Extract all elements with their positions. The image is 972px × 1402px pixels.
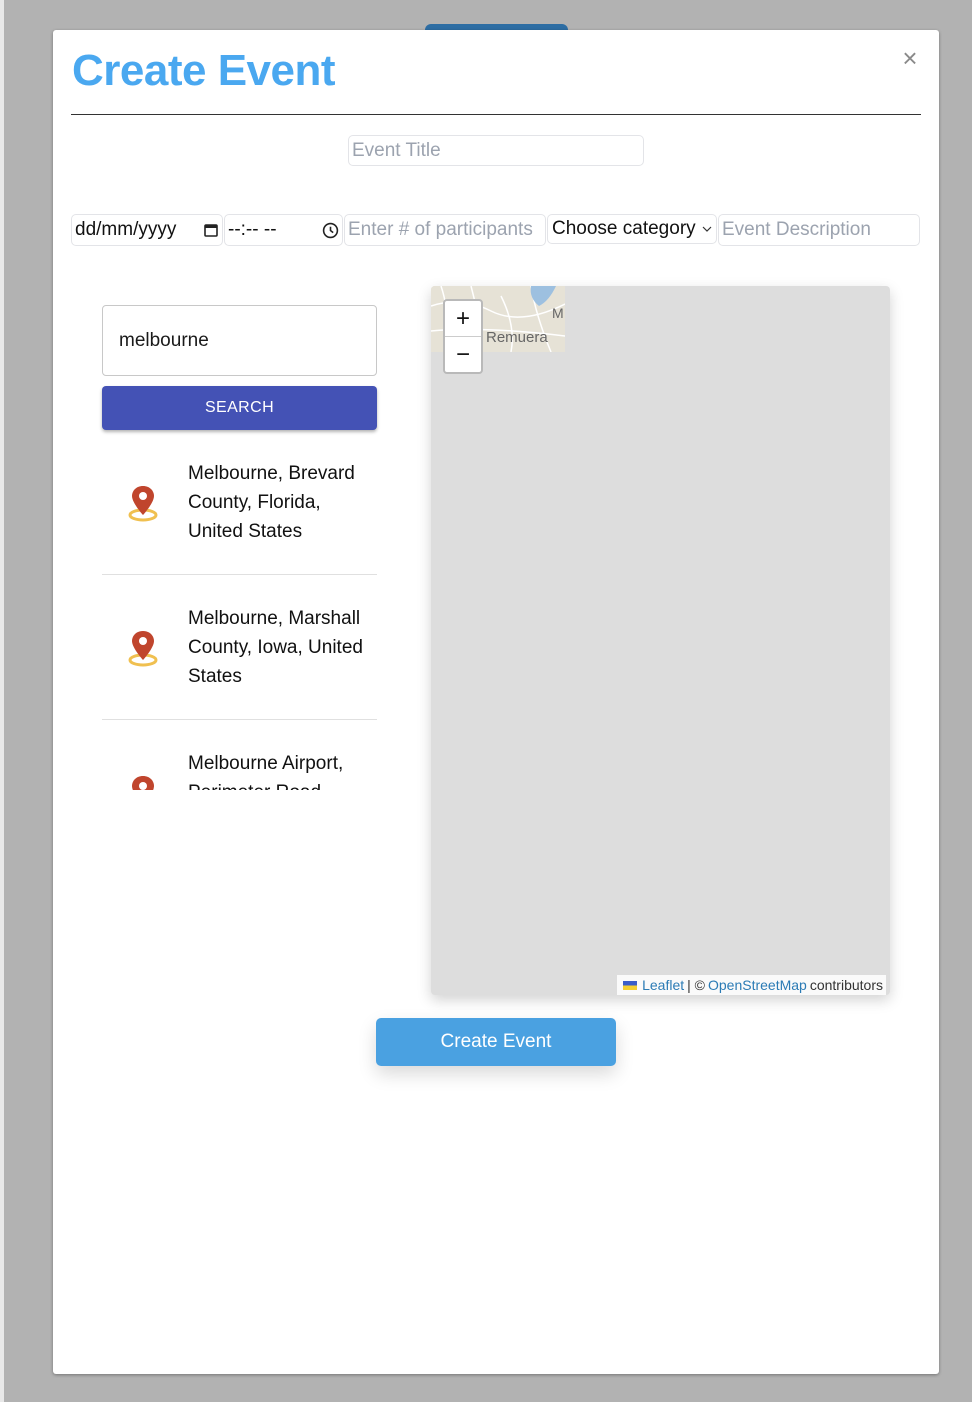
result-label: Melbourne Airport, Perimeter Road, Melbo… — [188, 752, 344, 791]
clock-icon[interactable] — [322, 222, 339, 239]
attribution-suffix: contributors — [809, 977, 883, 993]
description-placeholder: Event Description — [722, 219, 871, 240]
result-label: Melbourne, Marshall County, Iowa, United… — [188, 607, 363, 687]
map-view[interactable]: Remuera M + − Leaflet | © OpenStreetMap … — [431, 286, 890, 995]
location-search-value: melbourne — [119, 329, 209, 351]
event-title-input[interactable]: Event Title — [348, 135, 644, 166]
location-pin-icon — [128, 486, 158, 522]
leaflet-link[interactable]: Leaflet — [642, 977, 684, 993]
modal-title: Create Event — [72, 46, 336, 95]
list-item[interactable]: Melbourne, Marshall County, Iowa, United… — [102, 575, 377, 720]
participants-input[interactable]: Enter # of participants — [344, 214, 546, 246]
map-place-label-partial: M — [552, 305, 564, 321]
map-zoom-control: + − — [443, 299, 483, 374]
participants-placeholder: Enter # of participants — [348, 219, 533, 240]
date-input[interactable]: dd/mm/yyyy — [71, 214, 223, 246]
date-placeholder: dd/mm/yyyy — [75, 219, 177, 240]
title-divider — [71, 114, 921, 115]
search-button[interactable]: SEARCH — [102, 386, 377, 430]
ukraine-flag-icon — [623, 980, 638, 990]
location-pin-icon — [128, 631, 158, 667]
attribution-separator: | © — [687, 977, 705, 993]
openstreetmap-link[interactable]: OpenStreetMap — [708, 977, 807, 993]
event-title-placeholder: Event Title — [352, 139, 441, 161]
zoom-out-button[interactable]: − — [445, 337, 481, 373]
time-input[interactable]: --:-- -- — [224, 214, 343, 246]
window-edge — [0, 0, 4, 1402]
zoom-in-button[interactable]: + — [445, 301, 481, 337]
map-place-label: Remuera — [486, 329, 548, 346]
search-results-list[interactable]: Melbourne, Brevard County, Florida, Unit… — [102, 430, 377, 790]
list-item[interactable]: Melbourne Airport, Perimeter Road, Melbo… — [102, 720, 377, 790]
list-item[interactable]: Melbourne, Brevard County, Florida, Unit… — [102, 430, 377, 575]
category-selected: Choose category — [552, 218, 696, 239]
create-event-button[interactable]: Create Event — [376, 1018, 616, 1066]
calendar-icon[interactable] — [203, 222, 219, 238]
description-input[interactable]: Event Description — [718, 214, 920, 246]
location-pin-icon — [132, 776, 154, 790]
create-event-modal: Create Event × Event Title dd/mm/yyyy --… — [53, 30, 939, 1374]
close-icon[interactable]: × — [898, 44, 922, 72]
result-label: Melbourne, Brevard County, Florida, Unit… — [188, 462, 355, 542]
category-select[interactable]: Choose category — [547, 214, 717, 244]
map-attribution: Leaflet | © OpenStreetMap contributors — [617, 975, 886, 995]
time-placeholder: --:-- -- — [228, 219, 277, 240]
location-search-input[interactable]: melbourne — [102, 305, 377, 376]
chevron-down-icon — [702, 226, 712, 232]
